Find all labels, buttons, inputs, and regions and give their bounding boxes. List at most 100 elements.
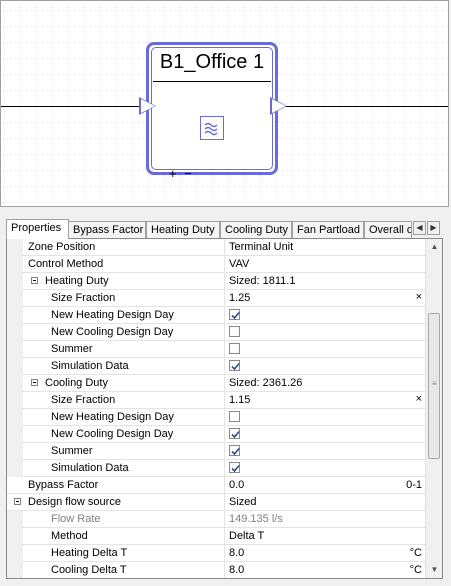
checkbox-unchecked[interactable] [229, 326, 240, 337]
column-divider [224, 375, 225, 392]
collapse-icon[interactable] [31, 277, 38, 284]
zone-component[interactable]: B1_Office 1 + − [146, 42, 278, 181]
prop-value[interactable]: Sized [229, 496, 257, 508]
prop-row-method[interactable]: Method Delta T [7, 528, 426, 545]
prop-value[interactable]: 1.25 [229, 292, 250, 304]
expand-collapse-controls[interactable]: + − [169, 166, 194, 181]
row-gutter [7, 307, 23, 324]
check-icon [231, 447, 240, 456]
collapse-icon[interactable] [31, 379, 38, 386]
prop-name: New Heating Design Day [51, 411, 174, 423]
prop-name: Summer [51, 445, 93, 457]
prop-name: Design flow source [28, 496, 121, 508]
row-gutter [7, 545, 23, 562]
prop-row-new-heating-design-day[interactable]: New Heating Design Day [7, 409, 426, 426]
prop-value[interactable]: VAV [229, 258, 249, 270]
column-divider [224, 545, 225, 562]
prop-name: Size Fraction [51, 292, 116, 304]
prop-name: Cooling Duty [45, 377, 108, 389]
prop-row-size-fraction[interactable]: Size Fraction 1.25 × [7, 290, 426, 307]
prop-row-bypass-factor[interactable]: Bypass Factor 0.0 0-1 [7, 477, 426, 494]
property-grid[interactable]: Zone Position Terminal Unit Control Meth… [6, 238, 443, 579]
prop-value[interactable]: Terminal Unit [229, 241, 293, 253]
prop-row-new-cooling-design-day[interactable]: New Cooling Design Day [7, 426, 426, 443]
tab-properties[interactable]: Properties [6, 219, 69, 239]
prop-name: New Cooling Design Day [51, 428, 174, 440]
row-gutter [7, 511, 23, 528]
prop-name: New Cooling Design Day [51, 326, 174, 338]
scroll-down-icon[interactable]: ▼ [428, 563, 441, 576]
row-gutter [7, 358, 23, 375]
prop-name: Bypass Factor [28, 479, 99, 491]
collapse-icon[interactable] [14, 498, 21, 505]
outlet-port-fill [272, 99, 286, 113]
zone-title-divider [153, 81, 271, 82]
prop-unit: 0-1 [406, 479, 422, 491]
scroll-up-icon[interactable]: ▲ [428, 240, 441, 253]
prop-row-new-heating-design-day[interactable]: New Heating Design Day [7, 307, 426, 324]
tab-heating-duty[interactable]: Heating Duty [146, 221, 220, 238]
prop-row-flow-rate[interactable]: Flow Rate 149.135 l/s [7, 511, 426, 528]
prop-name: Simulation Data [51, 360, 129, 372]
column-divider [224, 409, 225, 426]
checkbox-checked[interactable] [229, 445, 240, 456]
check-icon [231, 430, 240, 439]
column-divider [224, 341, 225, 358]
checkbox-checked[interactable] [229, 462, 240, 473]
prop-row-cooling-delta-t[interactable]: Cooling Delta T 8.0 °C [7, 562, 426, 578]
prop-row-summer[interactable]: Summer [7, 443, 426, 460]
checkbox-checked[interactable] [229, 309, 240, 320]
prop-name: New Heating Design Day [51, 309, 174, 321]
checkbox-unchecked[interactable] [229, 411, 240, 422]
column-divider [224, 426, 225, 443]
prop-row-heating-delta-t[interactable]: Heating Delta T 8.0 °C [7, 545, 426, 562]
tab-cooling-duty[interactable]: Cooling Duty [220, 221, 292, 238]
checkbox-unchecked[interactable] [229, 343, 240, 354]
tab-scroll-left-icon[interactable]: ◀ [413, 221, 426, 235]
prop-value[interactable]: Sized: 2361.26 [229, 377, 302, 389]
vav-coil-icon [200, 116, 224, 140]
inlet-port-fill [141, 99, 155, 113]
prop-row-simulation-data[interactable]: Simulation Data [7, 358, 426, 375]
prop-row-zone-position[interactable]: Zone Position Terminal Unit [7, 239, 426, 256]
prop-row-simulation-data[interactable]: Simulation Data [7, 460, 426, 477]
prop-value[interactable]: 1.15 [229, 394, 250, 406]
row-gutter [7, 273, 23, 290]
column-divider [224, 358, 225, 375]
prop-value[interactable]: 8.0 [229, 564, 244, 576]
tab-scroll-right-icon[interactable]: ▶ [427, 221, 440, 235]
properties-tab-strip: Properties Bypass Factor Heating Duty Co… [6, 219, 443, 239]
prop-row-design-flow-source[interactable]: Design flow source Sized [7, 494, 426, 511]
checkbox-checked[interactable] [229, 360, 240, 371]
outlet-duct-line [285, 106, 448, 107]
prop-row-summer[interactable]: Summer [7, 341, 426, 358]
prop-value[interactable]: Delta T [229, 530, 264, 542]
prop-value[interactable]: 8.0 [229, 547, 244, 559]
prop-value[interactable]: Sized: 1811.1 [229, 275, 295, 287]
column-divider [224, 307, 225, 324]
inlet-duct-line [1, 106, 141, 107]
prop-row-new-cooling-design-day[interactable]: New Cooling Design Day [7, 324, 426, 341]
row-gutter [7, 239, 23, 256]
clear-value-icon[interactable]: × [416, 393, 422, 405]
column-divider [224, 460, 225, 477]
prop-row-size-fraction[interactable]: Size Fraction 1.15 × [7, 392, 426, 409]
zone-title: B1_Office 1 [159, 51, 265, 73]
check-icon [231, 362, 240, 371]
row-gutter [7, 443, 23, 460]
scrollbar-thumb[interactable]: ≡ [428, 313, 440, 459]
tab-bypass-factor[interactable]: Bypass Factor [68, 221, 146, 238]
prop-row-cooling-duty[interactable]: Cooling Duty Sized: 2361.26 [7, 375, 426, 392]
prop-row-heating-duty[interactable]: Heating Duty Sized: 1811.1 [7, 273, 426, 290]
tab-fan-partload[interactable]: Fan Partload [292, 221, 364, 238]
tab-overall[interactable]: Overall d [364, 221, 412, 238]
checkbox-checked[interactable] [229, 428, 240, 439]
prop-row-control-method[interactable]: Control Method VAV [7, 256, 426, 273]
clear-value-icon[interactable]: × [416, 291, 422, 303]
prop-value[interactable]: 0.0 [229, 479, 244, 491]
column-divider [224, 239, 225, 256]
prop-name: Zone Position [28, 241, 96, 253]
diagram-canvas[interactable]: B1_Office 1 + − [0, 0, 449, 207]
vertical-scrollbar[interactable]: ▲ ≡ ▼ [425, 239, 442, 578]
column-divider [224, 392, 225, 409]
